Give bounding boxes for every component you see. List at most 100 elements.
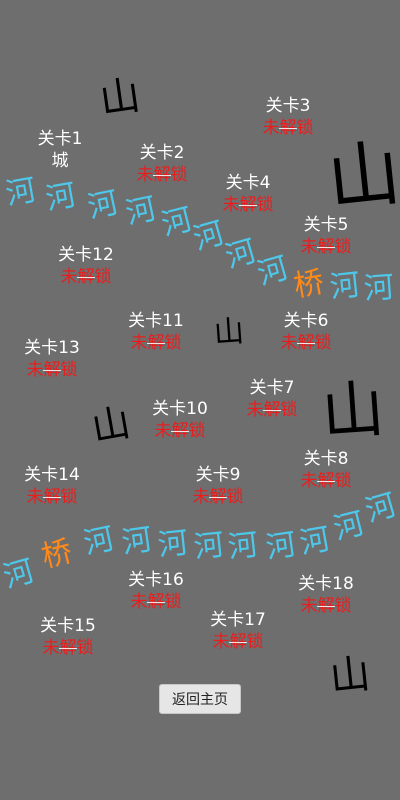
level-node-15[interactable]: 关卡15 未解锁 (23, 615, 113, 659)
level-node-4[interactable]: 关卡4 未解锁 (203, 172, 293, 216)
level-title: 关卡12 (58, 245, 114, 265)
lock-strike-mark (77, 277, 95, 278)
level-locked-status: 未解锁 (243, 117, 333, 139)
level-node-18[interactable]: 关卡18 未解锁 (281, 573, 371, 617)
level-locked-status: 未解锁 (135, 420, 225, 442)
level-title: 关卡9 (195, 465, 241, 485)
mountain-tile: 山 (323, 130, 400, 222)
level-title: 关卡16 (128, 570, 184, 590)
river-tile: 河 (43, 177, 79, 218)
lock-strike-mark (317, 606, 335, 607)
level-node-6[interactable]: 关卡6 未解锁 (261, 310, 351, 354)
level-locked-status: 未解锁 (227, 399, 317, 421)
lock-strike-mark (263, 410, 281, 411)
level-node-1[interactable]: 关卡1 城 (15, 128, 105, 172)
lock-strike-mark (279, 128, 297, 129)
river-tile: 河 (263, 527, 299, 566)
lock-strike-mark (147, 602, 165, 603)
river-tile: 河 (328, 267, 362, 306)
level-title: 关卡15 (40, 616, 96, 636)
level-locked-status: 未解锁 (111, 332, 201, 354)
level-city-status: 城 (15, 150, 105, 172)
mountain-tile: 山 (319, 371, 387, 450)
level-node-17[interactable]: 关卡17 未解锁 (193, 609, 283, 653)
level-title: 关卡3 (265, 96, 311, 116)
level-locked-status: 未解锁 (111, 591, 201, 613)
lock-strike-mark (147, 343, 165, 344)
mountain-tile: 山 (96, 72, 144, 124)
river-tile: 河 (122, 191, 160, 232)
lock-strike-mark (297, 343, 315, 344)
level-title: 关卡6 (283, 311, 329, 331)
lock-strike-mark (209, 497, 227, 498)
river-tile: 河 (221, 233, 261, 276)
river-tile: 河 (84, 185, 122, 226)
river-tile: 河 (156, 525, 190, 564)
river-tile: 河 (80, 521, 118, 562)
level-node-12[interactable]: 关卡12 未解锁 (41, 244, 131, 288)
level-node-8[interactable]: 关卡8 未解锁 (281, 448, 371, 492)
back-home-button[interactable]: 返回主页 (159, 684, 241, 714)
level-node-10[interactable]: 关卡10 未解锁 (135, 398, 225, 442)
level-status-text: 城 (51, 151, 69, 171)
level-locked-status: 未解锁 (203, 194, 293, 216)
level-title: 关卡14 (24, 465, 80, 485)
lock-strike-mark (229, 642, 247, 643)
level-locked-status: 未解锁 (261, 332, 351, 354)
mountain-tile: 山 (212, 313, 246, 352)
level-node-3[interactable]: 关卡3 未解锁 (243, 95, 333, 139)
river-tile: 河 (119, 522, 155, 561)
level-locked-status: 未解锁 (281, 595, 371, 617)
level-node-5[interactable]: 关卡5 未解锁 (281, 214, 371, 258)
river-tile: 河 (3, 172, 39, 213)
level-node-2[interactable]: 关卡2 未解锁 (117, 142, 207, 186)
level-node-7[interactable]: 关卡7 未解锁 (227, 377, 317, 421)
level-locked-status: 未解锁 (193, 631, 283, 653)
lock-strike-mark (59, 648, 77, 649)
river-tile: 河 (192, 527, 226, 566)
level-locked-status: 未解锁 (7, 486, 97, 508)
river-tile: 河 (253, 250, 293, 293)
level-title: 关卡7 (249, 378, 295, 398)
level-title: 关卡17 (210, 610, 266, 630)
level-node-13[interactable]: 关卡13 未解锁 (7, 337, 97, 381)
mountain-tile: 山 (327, 651, 373, 701)
level-title: 关卡5 (303, 215, 349, 235)
level-title: 关卡10 (152, 399, 208, 419)
level-title: 关卡1 (37, 129, 83, 149)
mountain-tile: 山 (88, 400, 134, 450)
level-locked-status: 未解锁 (281, 236, 371, 258)
bridge-tile: 桥 (291, 264, 327, 305)
level-title: 关卡11 (128, 311, 184, 331)
level-node-16[interactable]: 关卡16 未解锁 (111, 569, 201, 613)
level-locked-status: 未解锁 (117, 164, 207, 186)
lock-strike-mark (171, 431, 189, 432)
river-tile: 河 (226, 527, 260, 566)
level-title: 关卡8 (303, 449, 349, 469)
level-locked-status: 未解锁 (173, 486, 263, 508)
level-title: 关卡2 (139, 143, 185, 163)
river-tile: 河 (361, 487, 400, 530)
level-locked-status: 未解锁 (41, 266, 131, 288)
river-tile: 河 (362, 269, 396, 308)
level-node-14[interactable]: 关卡14 未解锁 (7, 464, 97, 508)
river-tile: 河 (297, 521, 333, 562)
lock-strike-mark (153, 175, 171, 176)
river-tile: 河 (189, 215, 229, 258)
river-tile: 河 (330, 505, 368, 548)
level-title: 关卡18 (298, 574, 354, 594)
level-title: 关卡4 (225, 173, 271, 193)
lock-strike-mark (43, 370, 61, 371)
lock-strike-mark (43, 497, 61, 498)
bridge-tile: 桥 (38, 533, 76, 576)
level-title: 关卡13 (24, 338, 80, 358)
river-tile: 河 (0, 553, 39, 596)
level-locked-status: 未解锁 (281, 470, 371, 492)
level-locked-status: 未解锁 (7, 359, 97, 381)
level-node-9[interactable]: 关卡9 未解锁 (173, 464, 263, 508)
lock-strike-mark (317, 247, 335, 248)
level-locked-status: 未解锁 (23, 637, 113, 659)
lock-strike-mark (317, 481, 335, 482)
lock-strike-mark (239, 205, 257, 206)
level-node-11[interactable]: 关卡11 未解锁 (111, 310, 201, 354)
